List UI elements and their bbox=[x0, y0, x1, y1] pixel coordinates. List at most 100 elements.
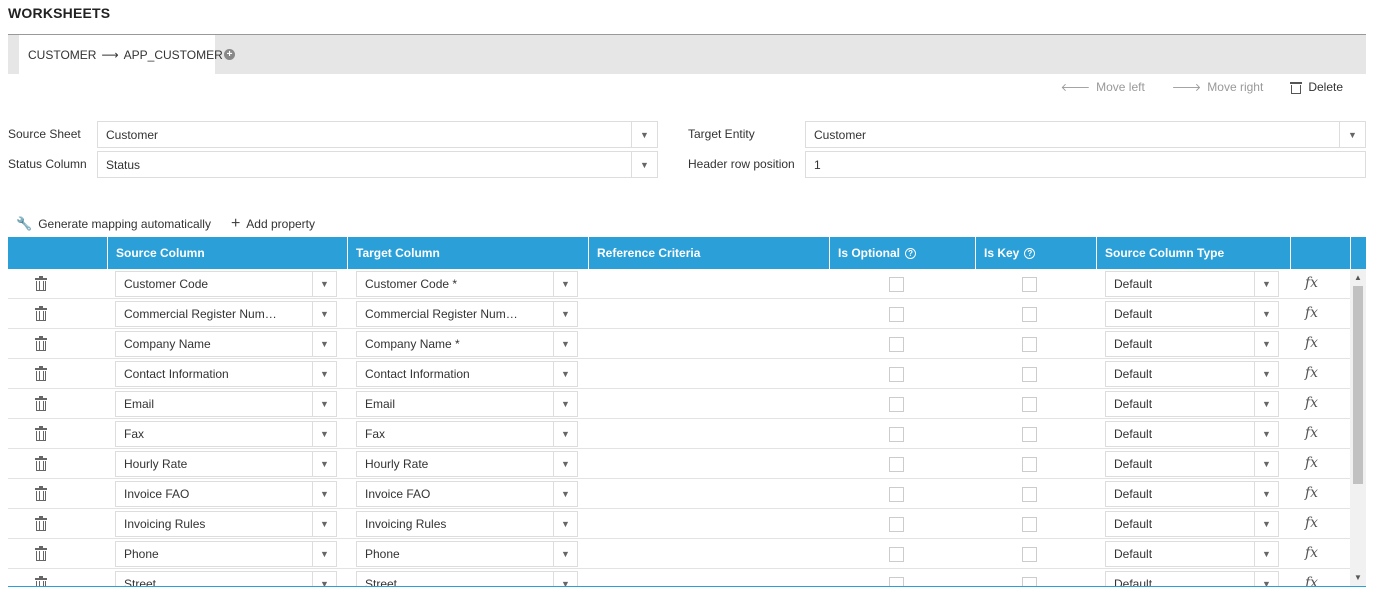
source-column-type-select[interactable]: Default ▼ bbox=[1105, 361, 1279, 387]
trash-icon[interactable] bbox=[35, 456, 47, 471]
is-key-checkbox[interactable] bbox=[1022, 367, 1037, 382]
source-sheet-select[interactable]: Customer ▼ bbox=[97, 121, 658, 148]
trash-icon[interactable] bbox=[35, 426, 47, 441]
help-icon[interactable]: ? bbox=[905, 247, 917, 259]
formula-icon[interactable]: fx bbox=[1305, 575, 1318, 586]
status-column-select[interactable]: Status ▼ bbox=[97, 151, 658, 178]
is-optional-checkbox[interactable] bbox=[889, 397, 904, 412]
is-optional-checkbox[interactable] bbox=[889, 577, 904, 586]
source-column-type-select[interactable]: Default ▼ bbox=[1105, 571, 1279, 586]
is-key-checkbox[interactable] bbox=[1022, 487, 1037, 502]
target-column-select[interactable]: Hourly Rate ▼ bbox=[356, 451, 578, 477]
tab-customer[interactable]: CUSTOMER ⟶ APP_CUSTOMER bbox=[19, 35, 223, 74]
is-key-checkbox[interactable] bbox=[1022, 517, 1037, 532]
trash-icon[interactable] bbox=[35, 486, 47, 501]
is-optional-checkbox[interactable] bbox=[889, 367, 904, 382]
source-column-type-select[interactable]: Default ▼ bbox=[1105, 331, 1279, 357]
is-optional-checkbox[interactable] bbox=[889, 277, 904, 292]
formula-icon[interactable]: fx bbox=[1305, 425, 1318, 441]
source-column-select[interactable]: Invoice FAO ▼ bbox=[115, 481, 337, 507]
is-optional-checkbox[interactable] bbox=[889, 307, 904, 322]
is-key-checkbox[interactable] bbox=[1022, 307, 1037, 322]
scrollbar-thumb[interactable] bbox=[1353, 286, 1363, 484]
header-is-key[interactable]: Is Key ? bbox=[975, 237, 1096, 269]
source-column-type-select[interactable]: Default ▼ bbox=[1105, 511, 1279, 537]
add-tab-icon[interactable]: + bbox=[224, 49, 235, 60]
source-column-select[interactable]: Commercial Register Num… ▼ bbox=[115, 301, 337, 327]
target-column-select[interactable]: Phone ▼ bbox=[356, 541, 578, 567]
scroll-down-icon[interactable]: ▼ bbox=[1350, 571, 1366, 585]
source-column-select[interactable]: Hourly Rate ▼ bbox=[115, 451, 337, 477]
header-source-column[interactable]: Source Column bbox=[107, 237, 347, 269]
formula-icon[interactable]: fx bbox=[1305, 365, 1318, 381]
source-column-select[interactable]: Fax ▼ bbox=[115, 421, 337, 447]
is-key-checkbox[interactable] bbox=[1022, 427, 1037, 442]
target-column-select[interactable]: Fax ▼ bbox=[356, 421, 578, 447]
target-column-select[interactable]: Company Name * ▼ bbox=[356, 331, 578, 357]
source-column-type-select[interactable]: Default ▼ bbox=[1105, 271, 1279, 297]
formula-icon[interactable]: fx bbox=[1305, 305, 1318, 321]
target-entity-select[interactable]: Customer ▼ bbox=[805, 121, 1366, 148]
source-column-select[interactable]: Street ▼ bbox=[115, 571, 337, 586]
is-key-checkbox[interactable] bbox=[1022, 577, 1037, 586]
source-column-select[interactable]: Invoicing Rules ▼ bbox=[115, 511, 337, 537]
trash-icon[interactable] bbox=[35, 306, 47, 321]
target-column-select[interactable]: Invoicing Rules ▼ bbox=[356, 511, 578, 537]
is-key-checkbox[interactable] bbox=[1022, 277, 1037, 292]
header-reference-criteria[interactable]: Reference Criteria bbox=[588, 237, 829, 269]
is-key-checkbox[interactable] bbox=[1022, 547, 1037, 562]
grid-scrollbar[interactable]: ▲ ▼ bbox=[1350, 269, 1366, 586]
trash-icon[interactable] bbox=[35, 516, 47, 531]
is-key-checkbox[interactable] bbox=[1022, 457, 1037, 472]
target-column-select[interactable]: Street ▼ bbox=[356, 571, 578, 586]
source-column-select[interactable]: Email ▼ bbox=[115, 391, 337, 417]
is-optional-checkbox[interactable] bbox=[889, 517, 904, 532]
delete-worksheet-button[interactable]: Delete bbox=[1290, 80, 1343, 94]
move-right-button[interactable]: 🡒 Move right bbox=[1172, 80, 1264, 94]
trash-icon[interactable] bbox=[35, 336, 47, 351]
target-column-select[interactable]: Contact Information ▼ bbox=[356, 361, 578, 387]
formula-icon[interactable]: fx bbox=[1305, 335, 1318, 351]
header-source-column-type[interactable]: Source Column Type bbox=[1096, 237, 1290, 269]
is-optional-checkbox[interactable] bbox=[889, 547, 904, 562]
is-optional-checkbox[interactable] bbox=[889, 487, 904, 502]
source-column-type-select[interactable]: Default ▼ bbox=[1105, 391, 1279, 417]
formula-icon[interactable]: fx bbox=[1305, 515, 1318, 531]
formula-icon[interactable]: fx bbox=[1305, 455, 1318, 471]
trash-icon[interactable] bbox=[35, 396, 47, 411]
source-column-type-select[interactable]: Default ▼ bbox=[1105, 421, 1279, 447]
source-column-select[interactable]: Phone ▼ bbox=[115, 541, 337, 567]
source-column-select[interactable]: Contact Information ▼ bbox=[115, 361, 337, 387]
help-icon[interactable]: ? bbox=[1024, 247, 1036, 259]
source-column-type-select[interactable]: Default ▼ bbox=[1105, 541, 1279, 567]
source-column-type-select[interactable]: Default ▼ bbox=[1105, 481, 1279, 507]
source-column-type-select[interactable]: Default ▼ bbox=[1105, 451, 1279, 477]
formula-icon[interactable]: fx bbox=[1305, 395, 1318, 411]
trash-icon[interactable] bbox=[35, 366, 47, 381]
formula-icon[interactable]: fx bbox=[1305, 275, 1318, 291]
source-column-type-select[interactable]: Default ▼ bbox=[1105, 301, 1279, 327]
target-column-select[interactable]: Email ▼ bbox=[356, 391, 578, 417]
generate-mapping-button[interactable]: 🔧 Generate mapping automatically bbox=[16, 216, 211, 232]
is-key-checkbox[interactable] bbox=[1022, 397, 1037, 412]
target-column-select[interactable]: Invoice FAO ▼ bbox=[356, 481, 578, 507]
scroll-up-icon[interactable]: ▲ bbox=[1350, 271, 1366, 285]
is-key-checkbox[interactable] bbox=[1022, 337, 1037, 352]
trash-icon[interactable] bbox=[35, 276, 47, 291]
is-optional-checkbox[interactable] bbox=[889, 427, 904, 442]
is-optional-checkbox[interactable] bbox=[889, 457, 904, 472]
trash-icon[interactable] bbox=[35, 576, 47, 586]
header-is-optional[interactable]: Is Optional ? bbox=[829, 237, 975, 269]
header-row-input[interactable]: 1 bbox=[805, 151, 1366, 178]
source-column-select[interactable]: Customer Code ▼ bbox=[115, 271, 337, 297]
formula-icon[interactable]: fx bbox=[1305, 545, 1318, 561]
formula-icon[interactable]: fx bbox=[1305, 485, 1318, 501]
source-column-select[interactable]: Company Name ▼ bbox=[115, 331, 337, 357]
target-column-select[interactable]: Commercial Register Num… ▼ bbox=[356, 301, 578, 327]
header-target-column[interactable]: Target Column bbox=[347, 237, 588, 269]
target-column-select[interactable]: Customer Code * ▼ bbox=[356, 271, 578, 297]
add-property-button[interactable]: + Add property bbox=[231, 215, 315, 233]
is-optional-checkbox[interactable] bbox=[889, 337, 904, 352]
trash-icon[interactable] bbox=[35, 546, 47, 561]
move-left-button[interactable]: 🡐 Move left bbox=[1061, 80, 1145, 94]
